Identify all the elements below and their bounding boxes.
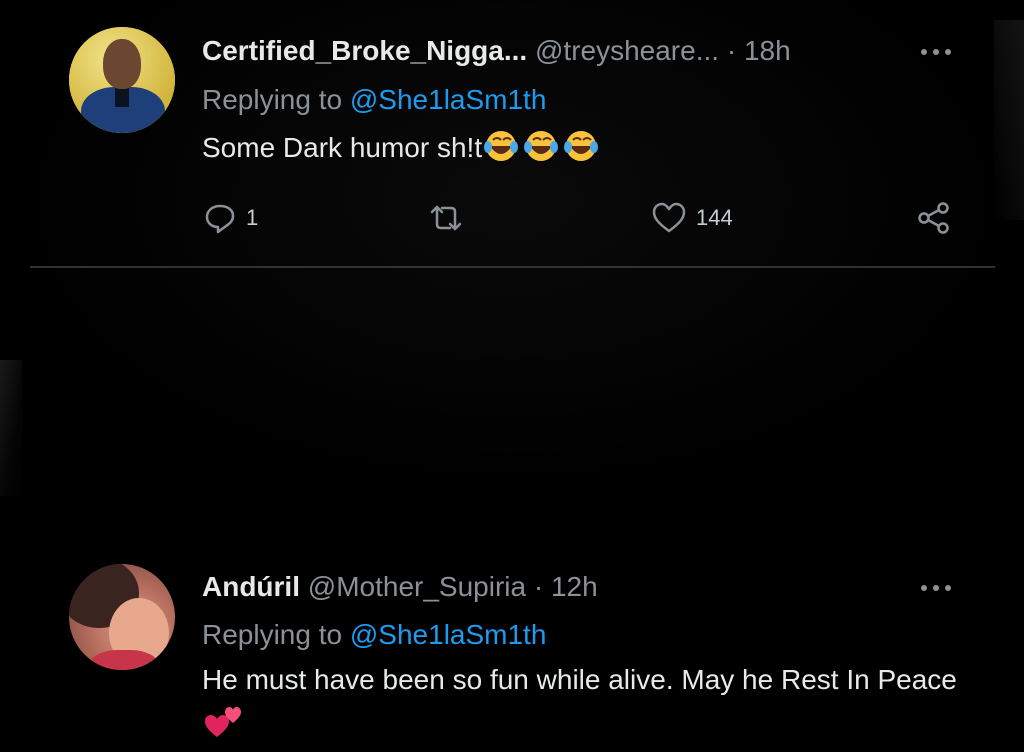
timestamp[interactable]: 18h	[744, 35, 791, 66]
replying-to-label: Replying to	[202, 84, 350, 115]
author-handle[interactable]: @Mother_Supiria	[308, 571, 526, 602]
replying-to-mention[interactable]: @She1laSm1th	[350, 84, 547, 115]
avatar[interactable]	[69, 27, 175, 133]
replying-to-line: Replying to @She1laSm1th	[202, 82, 546, 118]
tweet-text-content: Some Dark humor sh!t	[202, 132, 483, 163]
reply-icon	[205, 204, 235, 234]
like-button[interactable]: 144	[652, 200, 733, 236]
timestamp[interactable]: 12h	[551, 571, 598, 602]
reply-button[interactable]: 1	[204, 200, 258, 236]
separator-dot: ·	[726, 35, 737, 66]
separator-dot: ·	[533, 571, 544, 602]
share-icon	[918, 202, 949, 234]
avatar[interactable]	[69, 564, 175, 670]
tweet-header: Andúril @Mother_Supiria · 12h	[202, 567, 598, 607]
retweet-icon	[430, 205, 462, 231]
tweet-reply-1[interactable]: Certified_Broke_Nigga... @treysheare... …	[0, 0, 1000, 268]
replying-to-line: Replying to @She1laSm1th	[202, 617, 546, 653]
retweet-button[interactable]	[428, 200, 464, 236]
heart-icon	[652, 202, 686, 233]
more-options-icon[interactable]	[918, 583, 954, 593]
like-count: 144	[696, 205, 733, 230]
tweet-text-content: He must have been so fun while alive. Ma…	[202, 664, 957, 695]
replying-to-mention[interactable]: @She1laSm1th	[350, 619, 547, 650]
tears-of-joy-emoji-icon	[484, 129, 599, 176]
avatar-shirt	[89, 650, 159, 670]
reply-count: 1	[246, 205, 259, 230]
author-name[interactable]: Certified_Broke_Nigga...	[202, 35, 527, 66]
replying-to-label: Replying to	[202, 619, 350, 650]
avatar-head	[103, 39, 141, 89]
tweet-text: He must have been so fun while alive. Ma…	[202, 658, 962, 752]
author-name[interactable]: Andúril	[202, 571, 300, 602]
share-button[interactable]	[917, 200, 951, 236]
more-options-icon[interactable]	[918, 47, 954, 57]
author-handle[interactable]: @treysheare...	[535, 35, 719, 66]
tweet-reply-2[interactable]: Andúril @Mother_Supiria · 12h Replying t…	[0, 268, 1000, 737]
two-hearts-emoji-icon	[204, 705, 244, 752]
tweet-header: Certified_Broke_Nigga... @treysheare... …	[202, 31, 791, 71]
tweet-text: Some Dark humor sh!t	[202, 126, 599, 176]
